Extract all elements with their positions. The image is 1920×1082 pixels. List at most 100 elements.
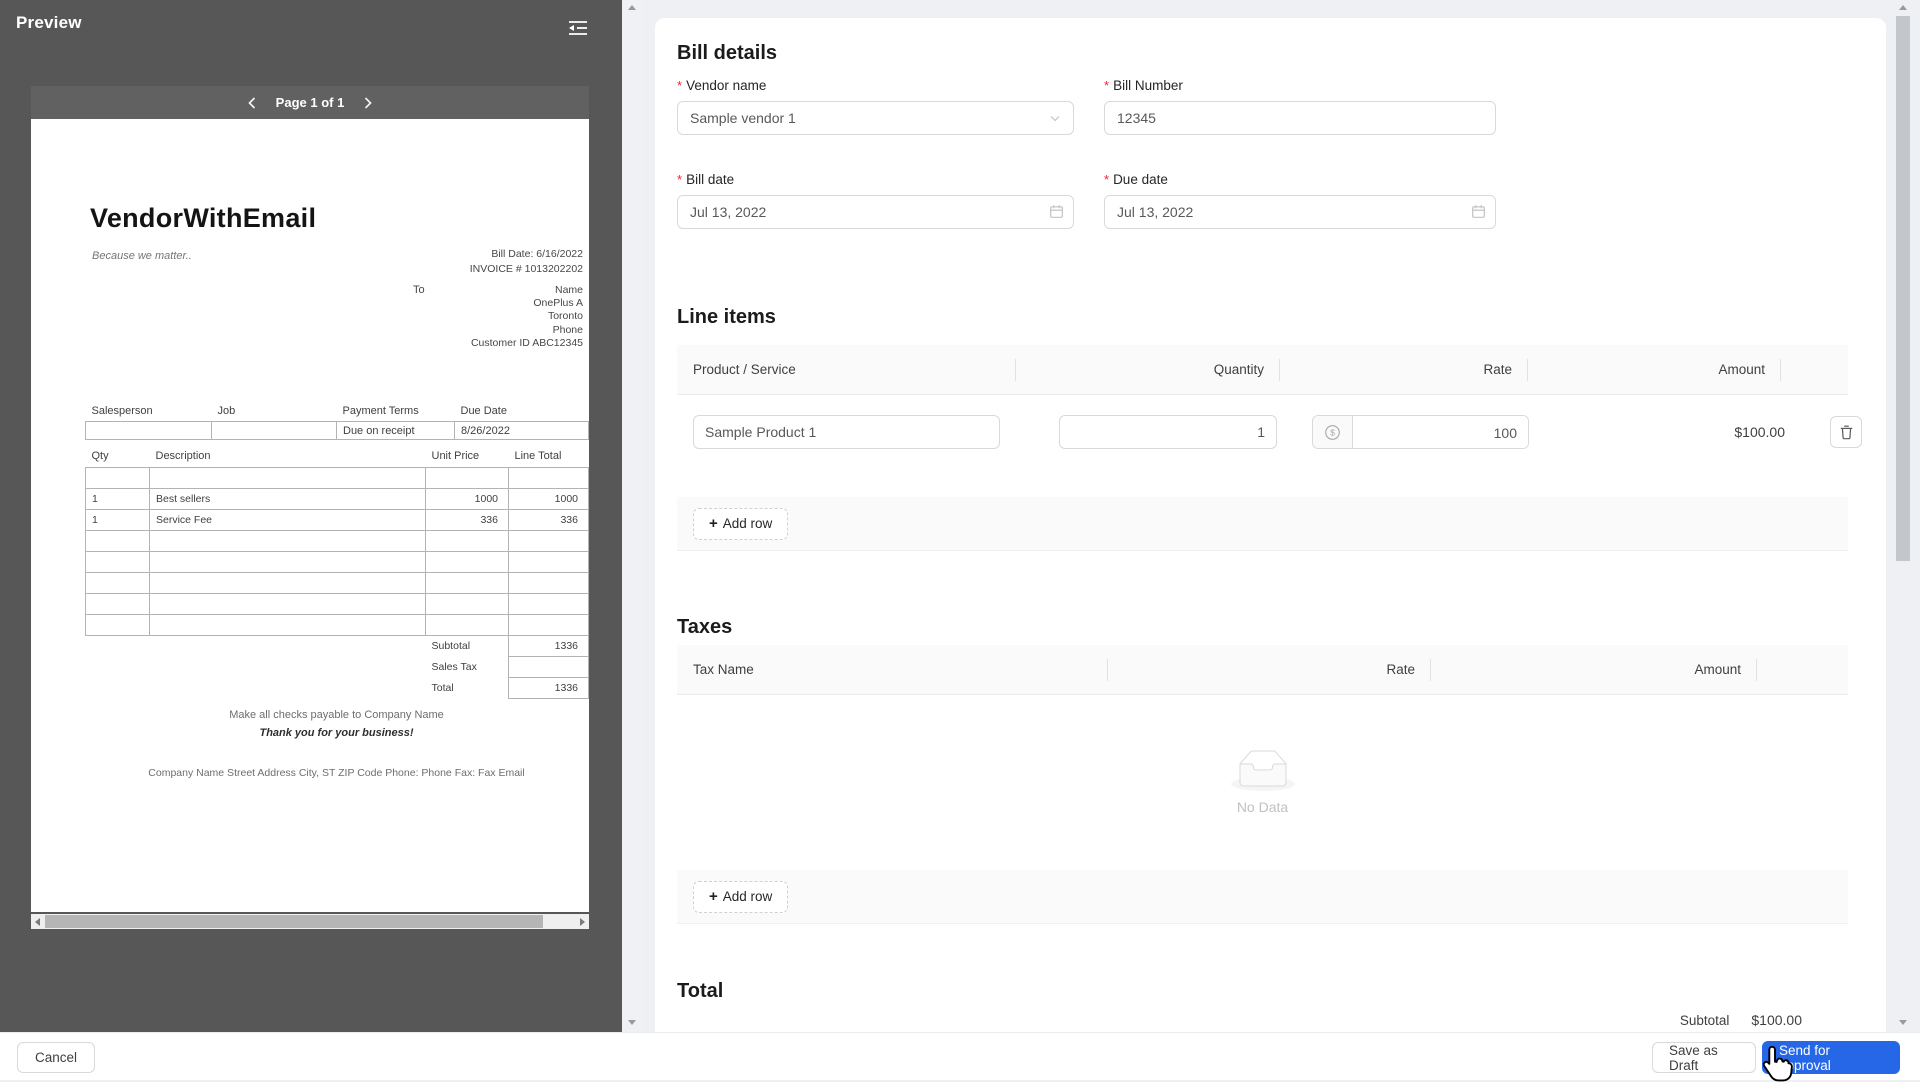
line-items-header: Product / Service Quantity Rate Amount <box>677 345 1848 395</box>
vendor-name-label: Vendor name <box>686 78 767 93</box>
scroll-down-arrow-icon[interactable] <box>628 1020 636 1025</box>
line-amount-value: $100.00 <box>1734 424 1785 440</box>
invoice-meta-table: Salesperson Job Payment Terms Due Date D… <box>85 405 589 440</box>
due-date-input[interactable] <box>1104 195 1496 229</box>
rate-currency-addon: $ <box>1313 416 1353 448</box>
to-line: Toronto <box>547 310 583 323</box>
preview-page-toolbar: Page 1 of 1 <box>31 86 589 119</box>
bill-number-input[interactable] <box>1104 101 1496 135</box>
content-vertical-scrollbar[interactable] <box>1893 0 1913 1032</box>
invoice-summary-row: Subtotal 1336 <box>86 635 589 657</box>
no-data-text: No Data <box>1236 799 1289 815</box>
items-header: Qty <box>91 450 109 462</box>
invoice-summary-row: Sales Tax <box>86 656 589 678</box>
dollar-circle-icon: $ <box>1325 424 1340 440</box>
outline-panel-icon <box>569 21 587 35</box>
invoice-item-row <box>85 593 589 615</box>
vendor-name-value: Sample vendor 1 <box>690 110 796 126</box>
invoice-items-table: Qty Description Unit Price Line Total 1 … <box>85 450 589 699</box>
footer-action-bar: Cancel Save as Draft Send for approval <box>0 1032 1920 1080</box>
to-line: Customer ID ABC12345 <box>470 336 583 349</box>
invoice-thanks-line: Thank you for your business! <box>259 727 414 739</box>
to-line: Phone <box>552 323 583 336</box>
invoice-address-line: Company Name Street Address City, ST ZIP… <box>148 767 525 779</box>
save-as-draft-button[interactable]: Save as Draft <box>1652 1042 1756 1073</box>
trash-icon <box>1840 425 1852 440</box>
meta-cell: Due on receipt <box>336 421 455 440</box>
required-marker: * <box>677 78 683 93</box>
invoice-meta: Bill Date: 6/16/2022 INVOICE # 101320220… <box>470 247 583 277</box>
subtotal-value: $100.00 <box>1751 1012 1802 1028</box>
total-title: Total <box>677 980 724 1002</box>
meta-cell <box>211 421 337 440</box>
outline-toggle-button[interactable] <box>564 15 592 41</box>
invoice-bill-date: Bill Date: 6/16/2022 <box>491 248 583 260</box>
invoice-tagline: Because we matter.. <box>92 250 192 262</box>
preview-title: Preview <box>16 13 82 32</box>
chevron-left-icon <box>248 96 256 109</box>
plus-icon: + <box>709 888 718 905</box>
prev-page-button[interactable] <box>244 95 260 111</box>
invoice-item-row <box>85 614 589 636</box>
meta-header: Payment Terms <box>342 405 419 417</box>
preview-panel: Preview Page 1 of 1 VendorWithEmail Beca… <box>0 0 622 1032</box>
scroll-up-arrow-icon[interactable] <box>628 5 636 10</box>
column-header-amount: Amount <box>1528 345 1781 394</box>
invoice-item-row <box>85 572 589 594</box>
items-header: Line Total <box>514 450 562 462</box>
due-date-field: * Due date <box>1104 172 1496 229</box>
horizontal-scroll-thumb[interactable] <box>45 915 543 928</box>
preview-vertical-scrollbar[interactable] <box>622 0 642 1032</box>
invoice-vendor-title: VendorWithEmail <box>90 203 317 233</box>
cancel-button[interactable]: Cancel <box>17 1042 95 1073</box>
svg-text:$: $ <box>1330 427 1335 437</box>
column-header-tax-name: Tax Name <box>677 645 1108 694</box>
invoice-item-row: 1 Service Fee 336 336 <box>85 509 589 531</box>
scroll-right-arrow-icon[interactable] <box>580 918 585 926</box>
scroll-up-arrow-icon[interactable] <box>1899 5 1907 10</box>
vendor-field: * Vendor name Sample vendor 1 <box>677 78 1074 135</box>
required-marker: * <box>677 172 683 187</box>
line-items-add-band: + Add row <box>677 497 1848 551</box>
vendor-name-select[interactable]: Sample vendor 1 <box>677 101 1074 135</box>
add-line-item-button[interactable]: + Add row <box>693 507 789 540</box>
vertical-scroll-thumb[interactable] <box>1896 16 1910 561</box>
page-indicator: Page 1 of 1 <box>275 95 345 110</box>
invoice-preview-page: VendorWithEmail Because we matter.. Bill… <box>31 119 589 912</box>
empty-inbox-icon <box>1230 750 1295 791</box>
add-row-label: Add row <box>722 516 773 531</box>
quantity-input[interactable] <box>1059 415 1277 449</box>
scroll-left-arrow-icon[interactable] <box>35 918 40 926</box>
bill-number-field: * Bill Number <box>1104 78 1496 135</box>
invoice-item-row <box>85 467 589 489</box>
bill-details-row-1: * Vendor name Sample vendor 1 * Bill Numbe… <box>677 78 1496 135</box>
invoice-to-block: Name OnePlus A Toronto Phone Customer ID… <box>471 284 583 350</box>
subtotal-label: Subtotal <box>1679 1013 1730 1028</box>
column-header-rate: Rate <box>1280 345 1528 394</box>
delete-row-button[interactable] <box>1830 416 1862 448</box>
rate-input[interactable] <box>1353 416 1528 448</box>
plus-icon: + <box>709 515 718 532</box>
required-marker: * <box>1104 172 1110 187</box>
chevron-right-icon <box>364 96 372 109</box>
items-header: Description <box>155 450 211 462</box>
invoice-item-row <box>85 551 589 573</box>
column-header-tax-actions <box>1757 645 1848 694</box>
add-row-label: Add row <box>722 889 773 904</box>
bill-form-card: Bill details * Vendor name Sample vendor … <box>655 18 1886 1032</box>
taxes-title: Taxes <box>677 616 733 638</box>
add-tax-button[interactable]: + Add row <box>693 880 789 913</box>
meta-header: Salesperson <box>91 405 153 417</box>
bill-date-input[interactable] <box>677 195 1074 229</box>
column-header-actions <box>1781 345 1848 394</box>
column-header-tax-rate: Rate <box>1108 645 1431 694</box>
chevron-down-icon <box>1050 115 1060 121</box>
next-page-button[interactable] <box>360 95 376 111</box>
send-for-approval-button[interactable]: Send for approval <box>1762 1041 1900 1074</box>
meta-header: Job <box>217 405 236 417</box>
product-service-input[interactable] <box>693 415 1000 449</box>
due-date-label: Due date <box>1113 172 1168 187</box>
preview-horizontal-scrollbar[interactable] <box>31 914 589 929</box>
bill-details-title: Bill details <box>677 42 778 64</box>
scroll-down-arrow-icon[interactable] <box>1899 1020 1907 1025</box>
